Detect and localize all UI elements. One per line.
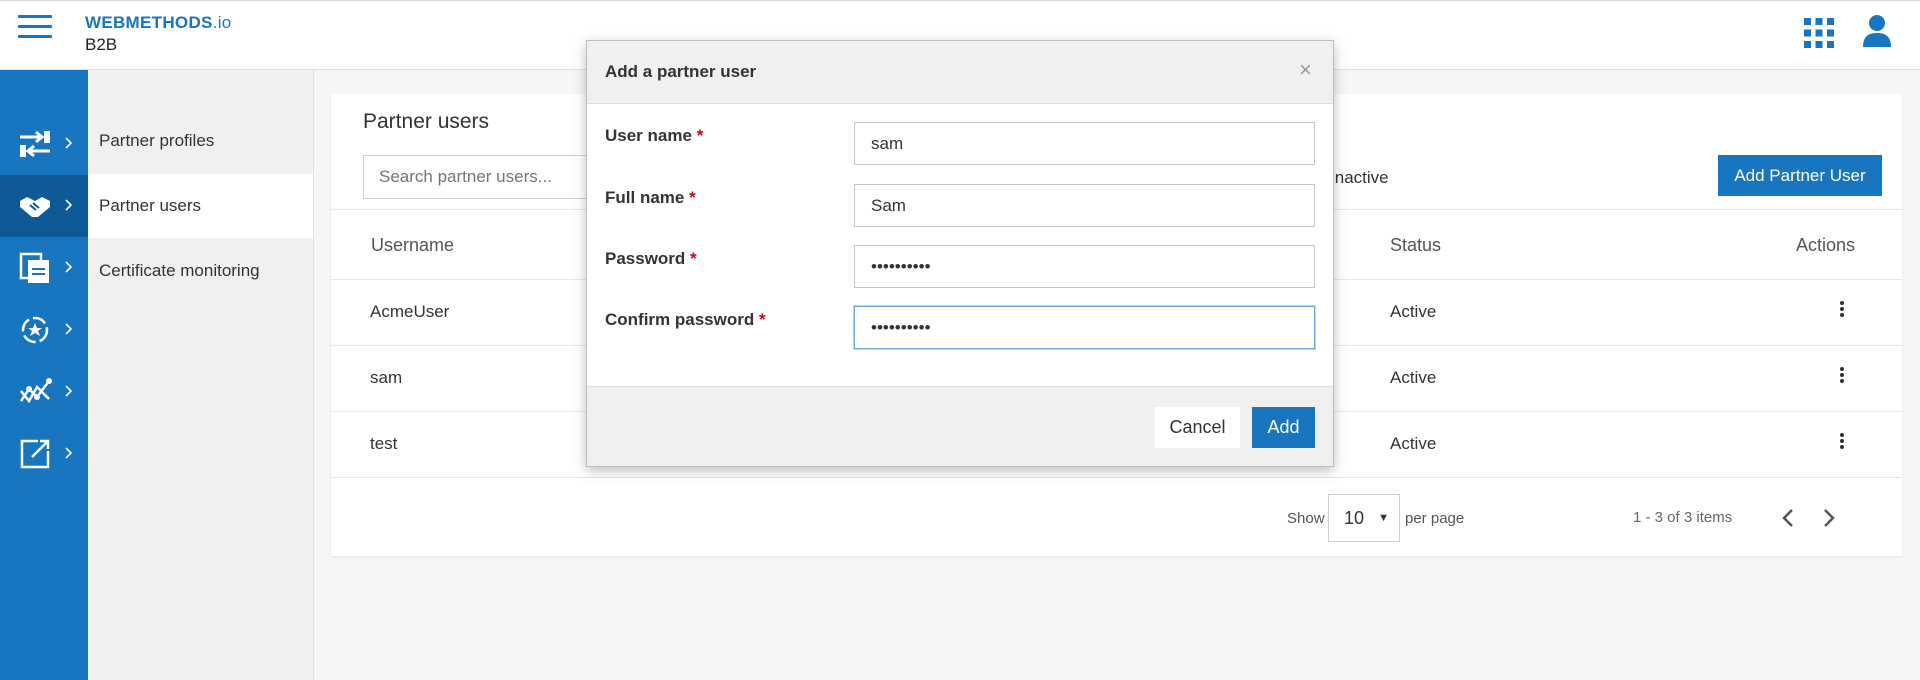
chevron-right-icon bbox=[65, 261, 73, 273]
subnav-item-partner-profiles[interactable]: Partner profiles bbox=[88, 109, 313, 173]
required-marker: * bbox=[690, 249, 697, 268]
dialog-footer: Cancel Add bbox=[587, 386, 1333, 466]
cell-status: Active bbox=[1390, 434, 1437, 453]
column-header-username[interactable]: Username bbox=[371, 235, 454, 256]
confirm-password-label: Confirm password * bbox=[605, 310, 766, 330]
pager-item-count: 1 - 3 of 3 items bbox=[1633, 509, 1733, 526]
close-icon[interactable]: × bbox=[1299, 57, 1312, 83]
row-actions-icon[interactable] bbox=[1831, 365, 1853, 391]
cell-username: sam bbox=[370, 368, 403, 387]
transfer-arrows-icon bbox=[20, 130, 50, 158]
brand-subtitle: B2B bbox=[85, 35, 118, 54]
add-partner-user-dialog: Add a partner user × User name * Full na… bbox=[586, 40, 1334, 467]
pager-show-label: Show bbox=[1287, 510, 1325, 527]
required-marker: * bbox=[758, 310, 766, 329]
dialog-title: Add a partner user bbox=[605, 62, 757, 81]
column-header-status[interactable]: Status bbox=[1390, 235, 1441, 256]
username-label-text: User name bbox=[605, 126, 692, 145]
app-grid-icon[interactable] bbox=[1803, 17, 1835, 49]
cell-status: Active bbox=[1390, 302, 1437, 321]
password-label: Password * bbox=[605, 249, 697, 269]
cancel-button[interactable]: Cancel bbox=[1155, 407, 1240, 448]
fullname-label: Full name * bbox=[605, 188, 696, 208]
brand-logo: WEBMETHODS.io B2B bbox=[85, 13, 232, 55]
chevron-right-icon[interactable] bbox=[1820, 507, 1838, 529]
fullname-input[interactable] bbox=[854, 184, 1315, 227]
row-actions-icon[interactable] bbox=[1831, 431, 1853, 457]
username-input[interactable] bbox=[854, 122, 1315, 165]
password-input[interactable] bbox=[854, 245, 1315, 288]
rail-item-processing[interactable] bbox=[0, 299, 88, 361]
dropdown-caret-icon: ▼ bbox=[1378, 512, 1389, 524]
add-button[interactable]: Add bbox=[1252, 407, 1315, 448]
username-label: User name * bbox=[605, 126, 703, 146]
confirm-password-label-text: Confirm password bbox=[605, 310, 755, 329]
gear-cycle-icon bbox=[21, 316, 49, 344]
cell-username: AcmeUser bbox=[370, 302, 450, 321]
dialog-header: Add a partner user × bbox=[587, 41, 1333, 104]
rail-item-transfers[interactable] bbox=[0, 113, 88, 175]
fullname-label-text: Full name bbox=[605, 188, 685, 207]
brand-name: WEBMETHODS.io bbox=[85, 13, 232, 32]
password-label-text: Password bbox=[605, 249, 686, 268]
subnav-item-partner-users[interactable]: Partner users bbox=[88, 174, 313, 238]
analytics-chart-icon bbox=[19, 378, 52, 404]
chevron-right-icon bbox=[65, 323, 73, 335]
rail-item-documents[interactable] bbox=[0, 237, 88, 299]
column-header-actions: Actions bbox=[1796, 235, 1856, 255]
required-marker: * bbox=[689, 188, 696, 207]
confirm-password-input[interactable] bbox=[854, 306, 1315, 349]
rail-item-partners[interactable] bbox=[0, 175, 88, 237]
chevron-left-icon[interactable] bbox=[1779, 507, 1797, 529]
chevron-right-icon bbox=[65, 447, 73, 459]
external-link-icon bbox=[20, 439, 50, 469]
required-marker: * bbox=[696, 126, 704, 145]
show-inactive-label[interactable]: inactive bbox=[1331, 168, 1389, 188]
page-size-value: 10 bbox=[1344, 508, 1365, 528]
rail-item-external[interactable] bbox=[0, 423, 88, 485]
user-profile-icon[interactable] bbox=[1862, 14, 1892, 48]
left-icon-rail bbox=[0, 70, 88, 680]
subnav-item-certificate-monitoring[interactable]: Certificate monitoring bbox=[88, 239, 313, 303]
sub-navigation: Partner profiles Partner users Certifica… bbox=[88, 70, 314, 680]
chevron-right-icon bbox=[65, 385, 73, 397]
cell-status: Active bbox=[1390, 368, 1437, 387]
pager-per-page-label: per page bbox=[1405, 510, 1465, 527]
cell-username: test bbox=[370, 434, 398, 453]
rail-item-analytics[interactable] bbox=[0, 361, 88, 423]
chevron-right-icon bbox=[65, 137, 73, 149]
documents-icon bbox=[19, 252, 49, 283]
page-size-select[interactable]: 10 ▼ bbox=[1328, 494, 1400, 542]
page-title: Partner users bbox=[363, 110, 490, 133]
row-actions-icon[interactable] bbox=[1831, 299, 1853, 325]
add-partner-user-button[interactable]: Add Partner User bbox=[1718, 155, 1882, 196]
handshake-icon bbox=[20, 197, 50, 217]
hamburger-menu-icon[interactable] bbox=[18, 15, 52, 41]
chevron-right-icon bbox=[65, 199, 73, 211]
